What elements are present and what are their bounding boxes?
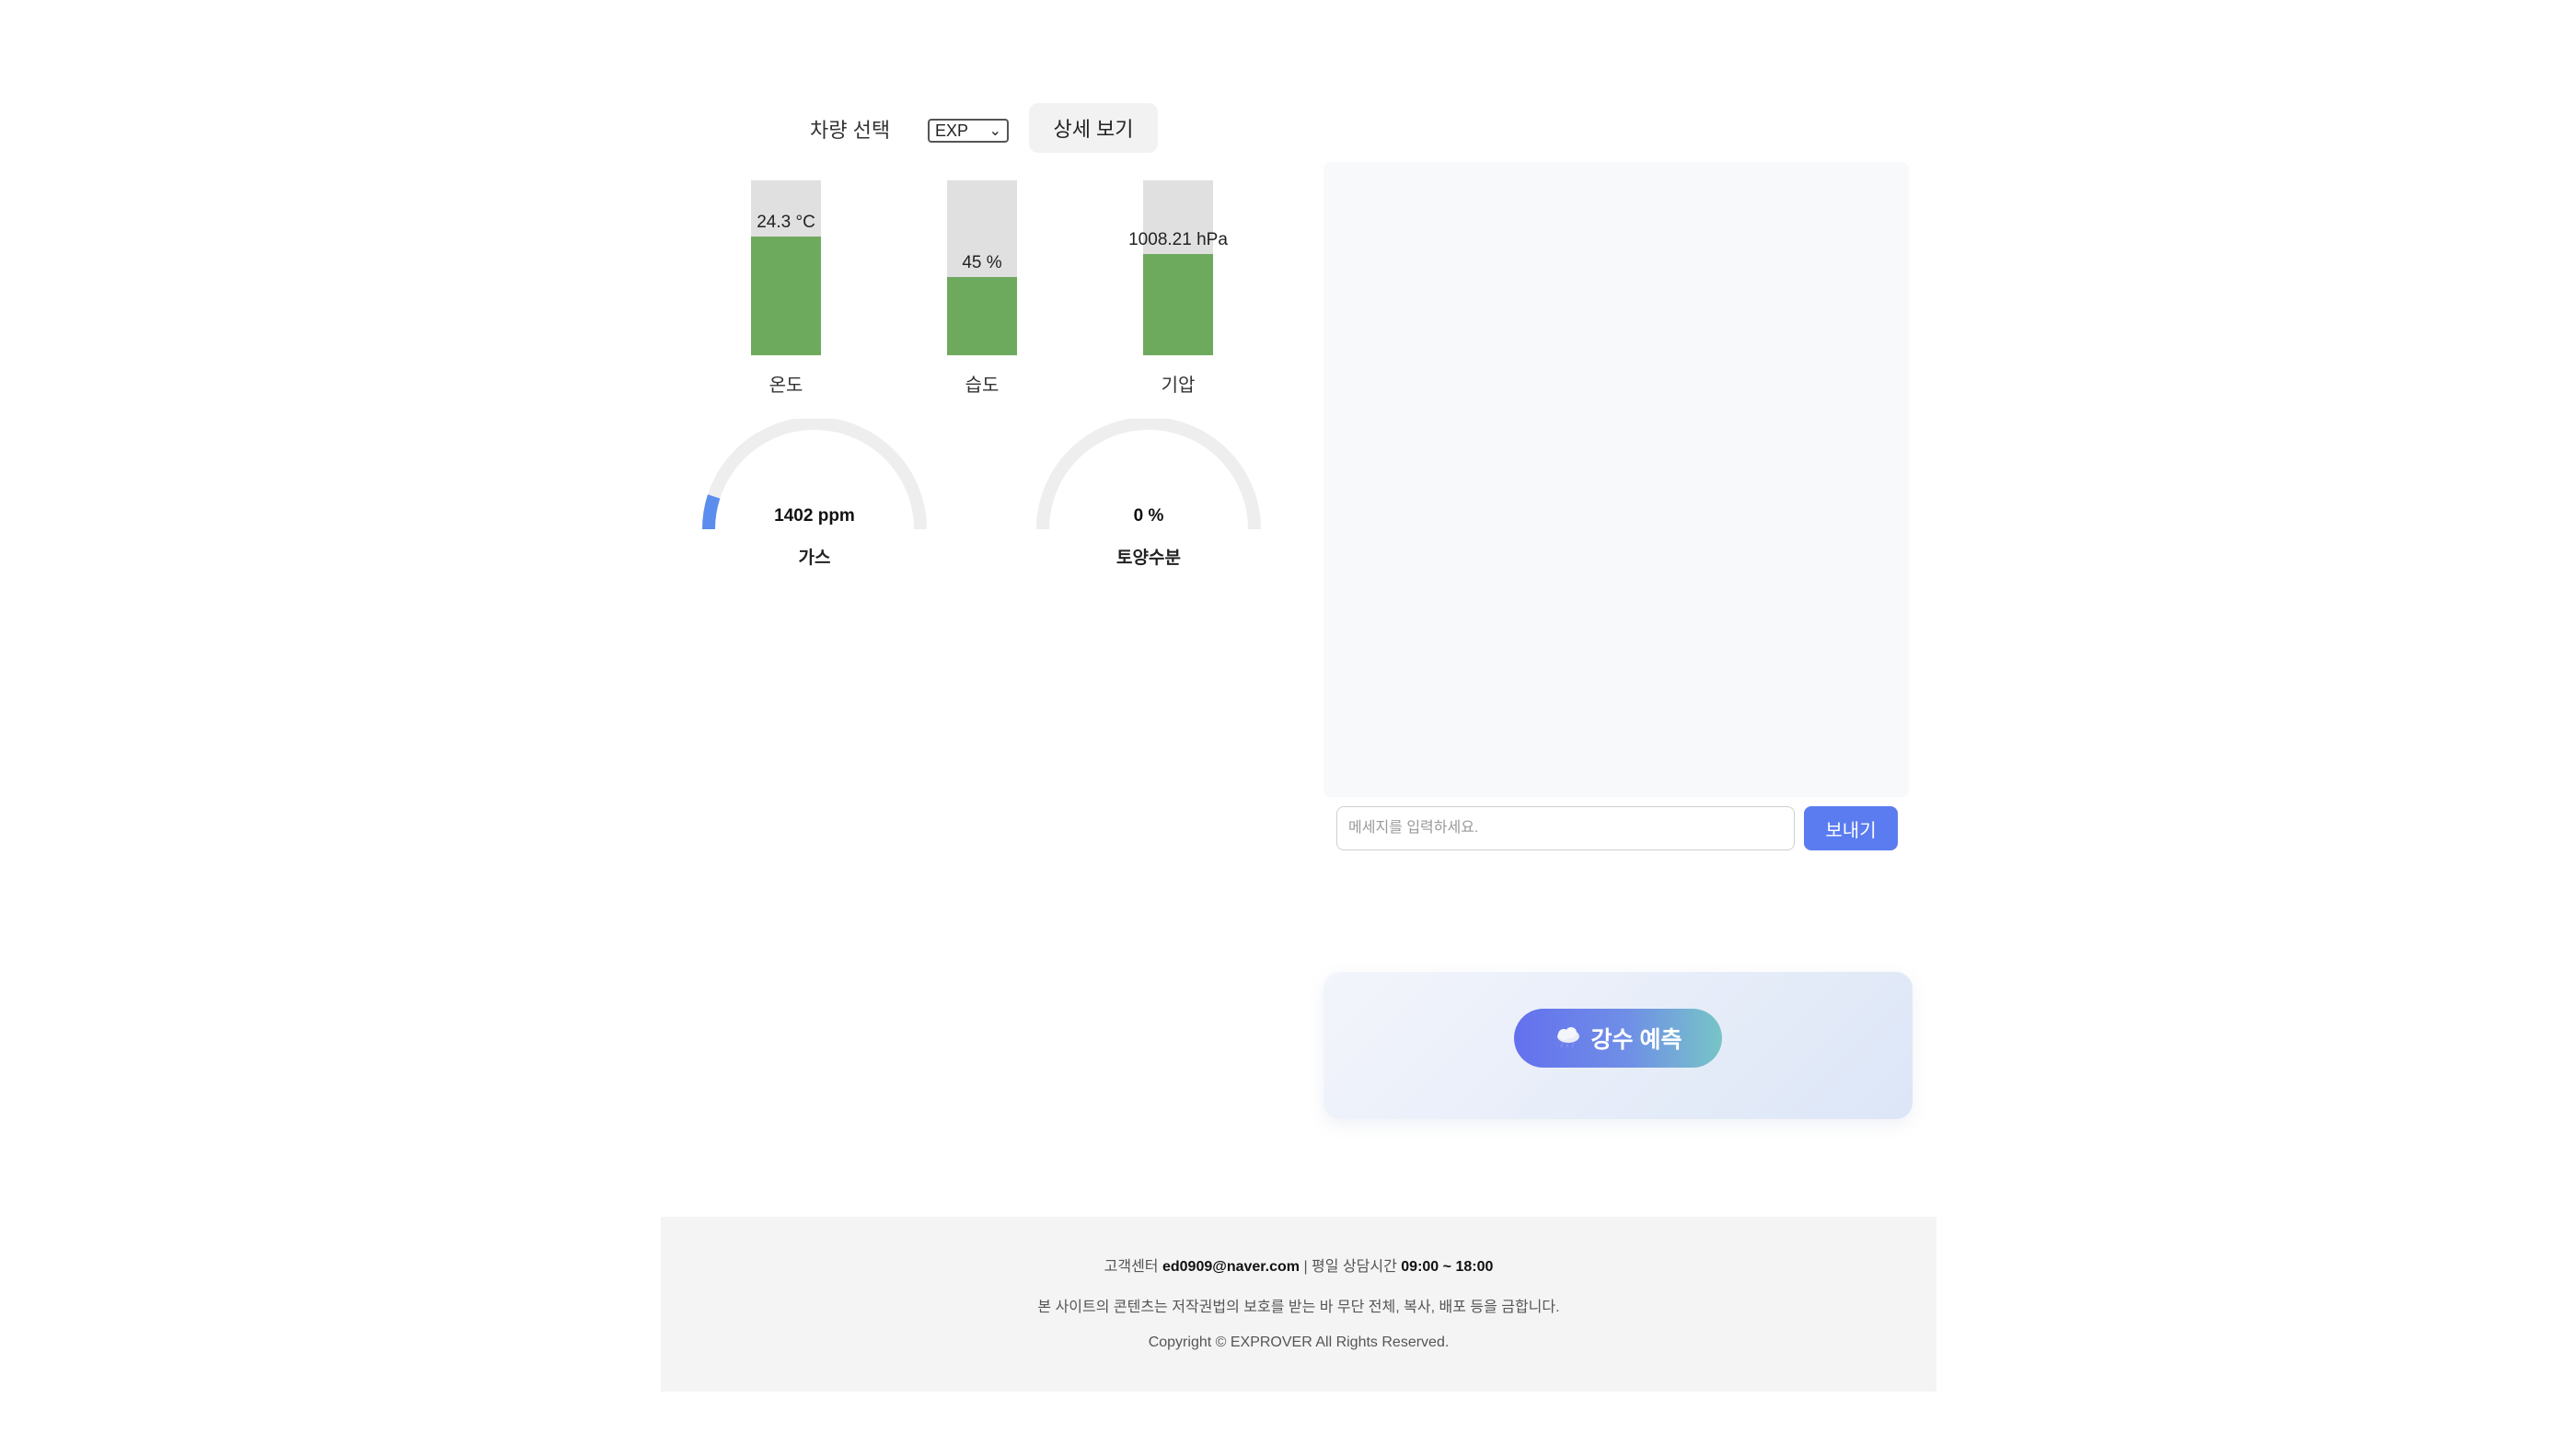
footer-support-label: 고객센터 xyxy=(1104,1259,1159,1275)
temperature-bar xyxy=(751,180,821,355)
temperature-value: 24.3 °C xyxy=(757,212,815,232)
pressure-value: 1008.21 hPa xyxy=(1128,229,1228,249)
footer-hours-label: | 평일 상담시간 xyxy=(1303,1259,1397,1275)
footer-notice: 본 사이트의 콘텐츠는 저작권법의 보호를 받는 바 무단 전체, 복사, 배포… xyxy=(1037,1300,1560,1315)
soil-moisture-value: 0 % xyxy=(1133,506,1164,526)
cloud-rain-icon xyxy=(1556,1027,1579,1048)
rain-prediction-label: 강수 예측 xyxy=(1590,1027,1682,1053)
humidity-label: 습도 xyxy=(965,376,1000,396)
humidity-value: 45 % xyxy=(962,252,1002,272)
humidity-bar-fill xyxy=(947,276,1017,355)
chat-message-input[interactable] xyxy=(1336,806,1795,850)
temperature-bar-fill xyxy=(751,236,821,355)
footer-support-email[interactable]: ed0909@naver.com xyxy=(1162,1259,1300,1275)
vehicle-select-label: 차량 선택 xyxy=(810,119,891,142)
pressure-bar-fill xyxy=(1143,253,1213,355)
rain-prediction-button[interactable]: 강수 예측 xyxy=(1514,1009,1722,1068)
gas-gauge-arc xyxy=(702,494,721,530)
pressure-bar xyxy=(1143,180,1213,355)
gas-label: 가스 xyxy=(798,549,831,568)
temperature-label: 온도 xyxy=(769,376,803,396)
send-button[interactable]: 보내기 xyxy=(1804,806,1898,850)
soil-moisture-label: 토양수분 xyxy=(1116,549,1181,568)
vehicle-select-value: EXP xyxy=(935,121,969,140)
vehicle-select[interactable]: EXP ⌄ xyxy=(928,119,1009,143)
footer: 고객센터 ed0909@naver.com | 평일 상담시간 09:00 ~ … xyxy=(661,1217,1936,1392)
detail-view-button[interactable]: 상세 보기 xyxy=(1029,103,1158,153)
chevron-down-icon: ⌄ xyxy=(988,123,1001,139)
pressure-label: 기압 xyxy=(1161,376,1196,396)
gas-value: 1402 ppm xyxy=(774,506,855,526)
footer-support-line: 고객센터 ed0909@naver.com | 평일 상담시간 09:00 ~ … xyxy=(661,1254,1936,1276)
footer-hours: 09:00 ~ 18:00 xyxy=(1401,1259,1494,1275)
chat-message-area[interactable] xyxy=(1323,162,1909,797)
footer-copyright: Copyright © EXPROVER All Rights Reserved… xyxy=(1148,1335,1450,1350)
